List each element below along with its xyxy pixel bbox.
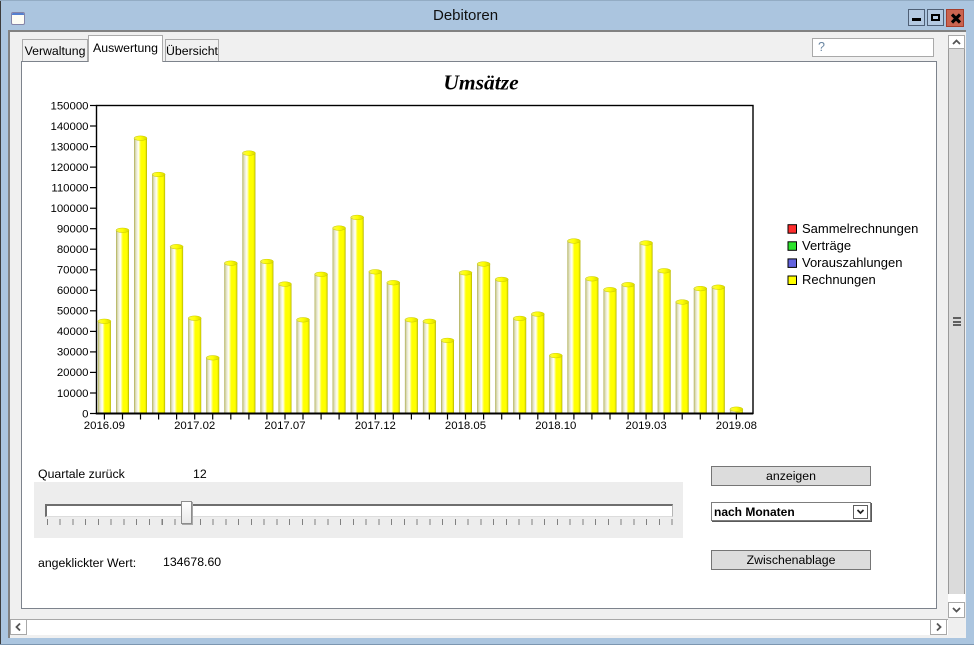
svg-text:Umsätze: Umsätze <box>443 71 519 95</box>
svg-text:120000: 120000 <box>50 162 88 174</box>
svg-text:2017.02: 2017.02 <box>174 420 215 432</box>
svg-text:2017.07: 2017.07 <box>264 420 305 432</box>
svg-text:50000: 50000 <box>57 306 89 318</box>
svg-text:2016.09: 2016.09 <box>84 420 125 432</box>
svg-text:30000: 30000 <box>57 347 89 359</box>
svg-text:Verträge: Verträge <box>802 238 851 253</box>
svg-text:40000: 40000 <box>57 326 89 338</box>
svg-text:2017.12: 2017.12 <box>355 420 396 432</box>
svg-text:130000: 130000 <box>50 141 88 153</box>
svg-text:100000: 100000 <box>50 203 88 215</box>
svg-text:90000: 90000 <box>57 224 89 236</box>
svg-text:60000: 60000 <box>57 285 89 297</box>
svg-text:150000: 150000 <box>50 100 88 112</box>
svg-text:2018.10: 2018.10 <box>535 420 576 432</box>
svg-text:2018.05: 2018.05 <box>445 420 486 432</box>
svg-text:140000: 140000 <box>50 121 88 133</box>
svg-text:20000: 20000 <box>57 367 89 379</box>
svg-text:70000: 70000 <box>57 265 89 277</box>
svg-text:Rechnungen: Rechnungen <box>802 272 876 287</box>
svg-text:Vorauszahlungen: Vorauszahlungen <box>802 255 902 270</box>
svg-text:110000: 110000 <box>51 182 88 194</box>
svg-text:0: 0 <box>82 408 88 420</box>
svg-text:80000: 80000 <box>57 244 89 256</box>
svg-text:2019.08: 2019.08 <box>716 420 757 432</box>
svg-text:2019.03: 2019.03 <box>626 420 667 432</box>
svg-text:Sammelrechnungen: Sammelrechnungen <box>802 221 918 236</box>
svg-text:10000: 10000 <box>57 388 89 400</box>
